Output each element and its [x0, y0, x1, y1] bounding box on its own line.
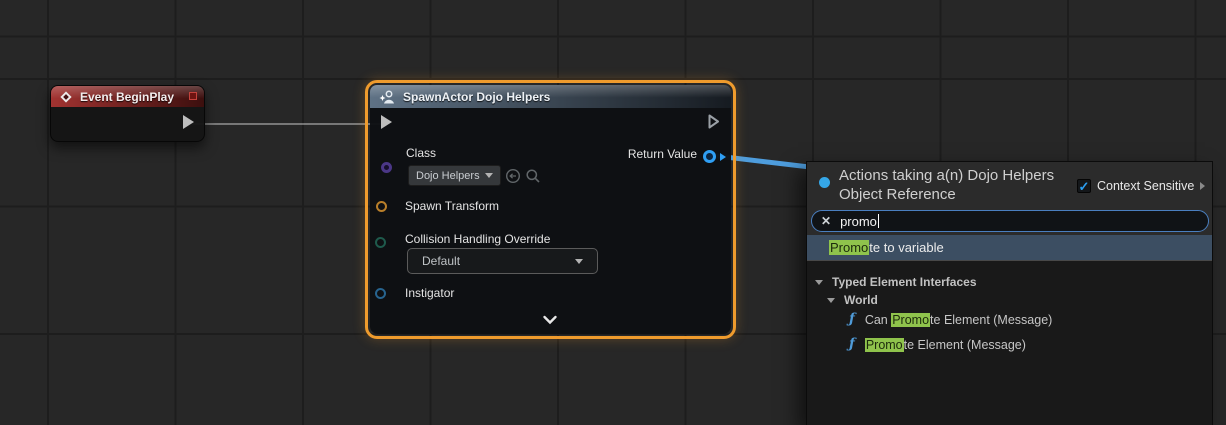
event-beginplay-node[interactable]: Event BeginPlay: [50, 85, 205, 142]
search-value: promo: [840, 214, 877, 229]
action-item-promote-to-variable[interactable]: Promote to variable: [807, 235, 1212, 260]
spawn-transform-pin[interactable]: [376, 201, 387, 212]
clear-search-icon[interactable]: ✕: [821, 214, 831, 228]
search-match-highlight: Promo: [829, 240, 869, 255]
exec-wire[interactable]: [192, 123, 384, 125]
collapse-triangle-icon[interactable]: [827, 298, 835, 303]
text-caret: [878, 214, 879, 228]
delegate-pin[interactable]: [189, 92, 197, 100]
return-value-label: Return Value: [628, 147, 697, 161]
event-node-header: Event BeginPlay: [51, 86, 204, 107]
search-match-highlight: Promo: [891, 313, 930, 327]
actions-context-menu: Actions taking a(n) Dojo Helpers Object …: [806, 161, 1213, 425]
collapse-triangle-icon[interactable]: [815, 280, 823, 285]
action-item-promote-element[interactable]: ƒ Promote Element (Message): [849, 338, 1026, 352]
spawnactor-node[interactable]: SpawnActor Dojo Helpers Class Dojo Helpe…: [370, 85, 731, 334]
object-pin-dot-icon: [819, 177, 830, 188]
collision-handling-value: Default: [422, 254, 460, 268]
context-sensitive-expand-arrow-icon[interactable]: [1200, 182, 1205, 190]
tree-group-typed-element-interfaces[interactable]: Typed Element Interfaces: [815, 275, 977, 289]
instigator-label: Instigator: [405, 286, 454, 300]
context-sensitive-checkbox[interactable]: ✓: [1077, 179, 1091, 193]
spawnactor-node-header: SpawnActor Dojo Helpers: [370, 85, 731, 108]
event-node-title: Event BeginPlay: [80, 90, 174, 104]
context-menu-title: Actions taking a(n) Dojo Helpers Object …: [839, 166, 1054, 204]
class-input-pin[interactable]: [381, 162, 392, 173]
context-menu-header: Actions taking a(n) Dojo Helpers Object …: [807, 162, 1212, 235]
search-input[interactable]: ✕ promo: [811, 210, 1209, 232]
class-select-value: Dojo Helpers: [416, 170, 480, 182]
tree-group-world[interactable]: World: [827, 293, 878, 307]
exec-output-pin[interactable]: [708, 114, 720, 129]
chevron-down-icon: [485, 173, 493, 178]
blueprint-editor: Event BeginPlay SpawnActor Dojo Helpers …: [0, 0, 1226, 425]
class-select-dropdown[interactable]: Dojo Helpers: [408, 165, 501, 186]
spawn-transform-label: Spawn Transform: [405, 199, 499, 213]
chevron-down-icon: [575, 259, 583, 264]
expand-node-chevron-icon[interactable]: [542, 315, 558, 325]
exec-input-pin[interactable]: [381, 115, 392, 129]
action-tree-list: Typed Element Interfaces World ƒ Can Pro…: [807, 261, 1212, 425]
spawnactor-node-title: SpawnActor Dojo Helpers: [403, 90, 550, 104]
collision-handling-label: Collision Handling Override: [405, 232, 550, 246]
check-icon: ✓: [1079, 180, 1090, 193]
return-value-pin-arrow: [720, 153, 726, 161]
exec-output-pin[interactable]: [183, 115, 194, 129]
context-sensitive-label: Context Sensitive: [1097, 179, 1194, 193]
browse-asset-icon[interactable]: [525, 168, 541, 184]
function-icon: ƒ: [849, 338, 855, 352]
use-selected-asset-icon[interactable]: [505, 168, 521, 184]
return-value-pin[interactable]: [703, 150, 716, 163]
function-icon: ƒ: [849, 313, 855, 327]
class-pin-label: Class: [406, 146, 436, 160]
search-match-highlight: Promo: [865, 338, 904, 352]
spawn-actor-icon: [379, 89, 395, 105]
instigator-pin[interactable]: [375, 288, 386, 299]
event-icon: [60, 91, 71, 102]
collision-handling-pin[interactable]: [375, 237, 386, 248]
action-item-can-promote-element[interactable]: ƒ Can Promote Element (Message): [849, 313, 1052, 327]
collision-handling-dropdown[interactable]: Default: [407, 248, 598, 274]
